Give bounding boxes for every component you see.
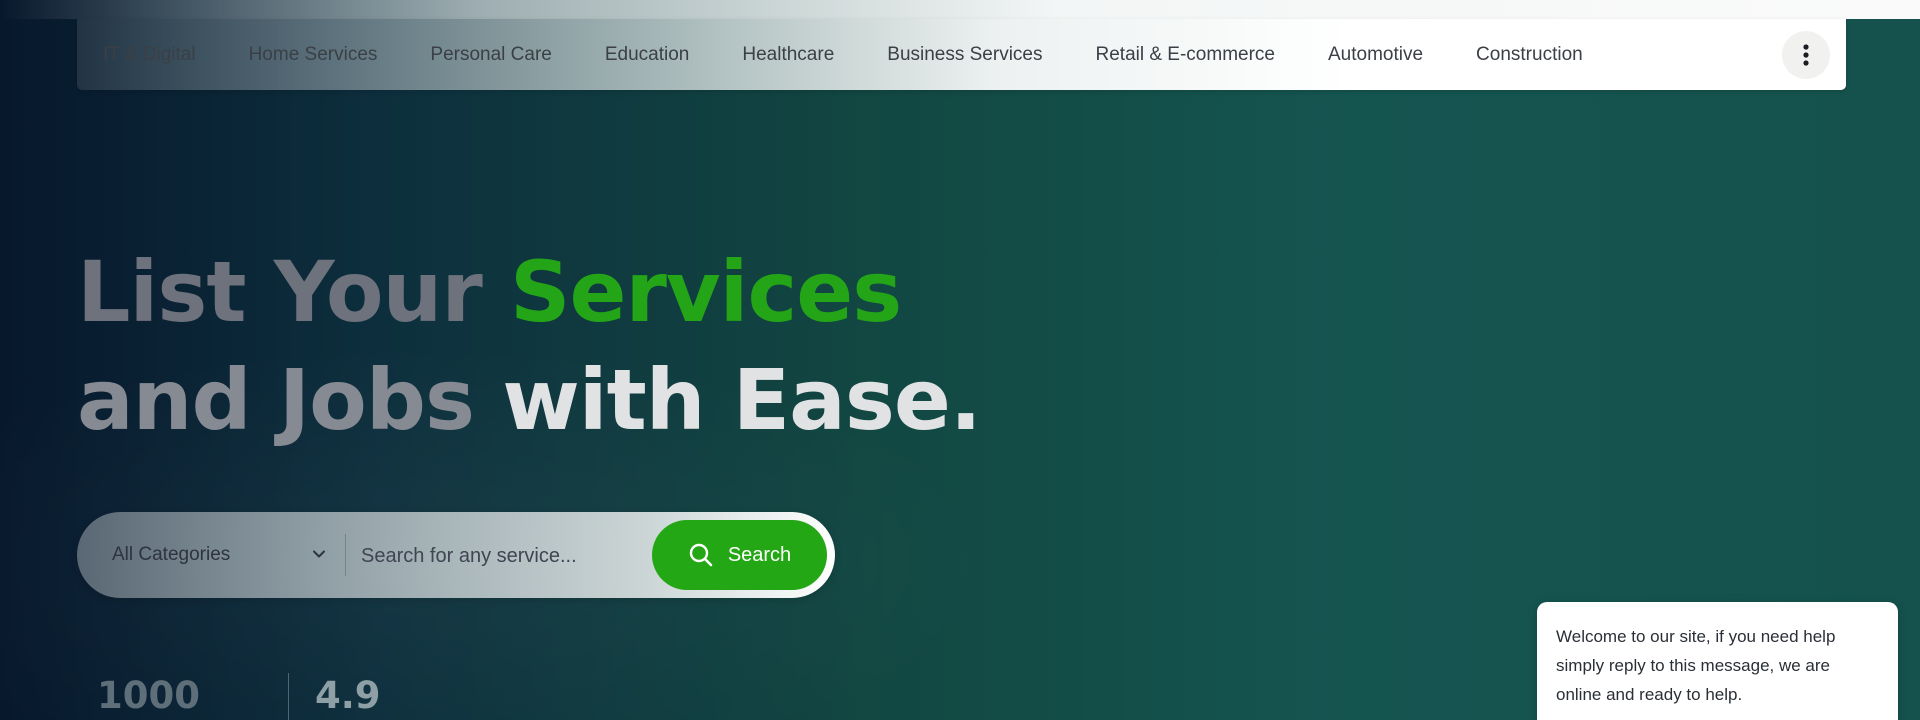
chevron-down-icon [313, 550, 325, 558]
more-vertical-icon [1803, 44, 1809, 66]
chat-welcome-bubble[interactable]: Welcome to our site, if you need help si… [1537, 602, 1898, 720]
nav-item-automotive[interactable]: Automotive [1328, 44, 1423, 66]
nav-item-it-digital[interactable]: IT & Digital [103, 44, 196, 66]
hero-line2-part2: with Ease. [502, 351, 982, 449]
category-select[interactable]: All Categories [77, 512, 345, 598]
hero-line1-prefix: List Your [77, 243, 511, 341]
top-strip [0, 0, 1920, 19]
hero-heading: List Your Services and Jobs with Ease. [77, 238, 982, 454]
stat-value-2: 4.9 [315, 674, 381, 717]
search-input[interactable] [359, 532, 633, 580]
stat-value-1: 1000 [97, 674, 200, 717]
search-button[interactable]: Search [652, 520, 827, 590]
nav-item-education[interactable]: Education [605, 44, 690, 66]
category-nav-bar: IT & Digital Home Services Personal Care… [77, 19, 1846, 90]
search-button-label: Search [727, 543, 792, 566]
category-nav-list: IT & Digital Home Services Personal Care… [103, 19, 1583, 90]
service-search-bar: All Categories Search [77, 512, 835, 598]
nav-item-business-services[interactable]: Business Services [887, 44, 1042, 66]
nav-item-personal-care[interactable]: Personal Care [430, 44, 551, 66]
hero-line1-accent: Services [510, 243, 902, 341]
more-options-button[interactable] [1782, 31, 1830, 79]
chat-welcome-message: Welcome to our site, if you need help si… [1556, 627, 1836, 704]
nav-item-retail-ecommerce[interactable]: Retail & E-commerce [1096, 44, 1276, 66]
search-divider [345, 534, 346, 576]
search-icon [689, 543, 713, 567]
nav-item-construction[interactable]: Construction [1476, 44, 1583, 66]
category-select-value: All Categories [112, 544, 231, 565]
nav-item-healthcare[interactable]: Healthcare [742, 44, 834, 66]
stat-divider [288, 673, 289, 720]
hero-line2-part1: and Jobs [77, 351, 503, 449]
nav-item-home-services[interactable]: Home Services [249, 44, 378, 66]
